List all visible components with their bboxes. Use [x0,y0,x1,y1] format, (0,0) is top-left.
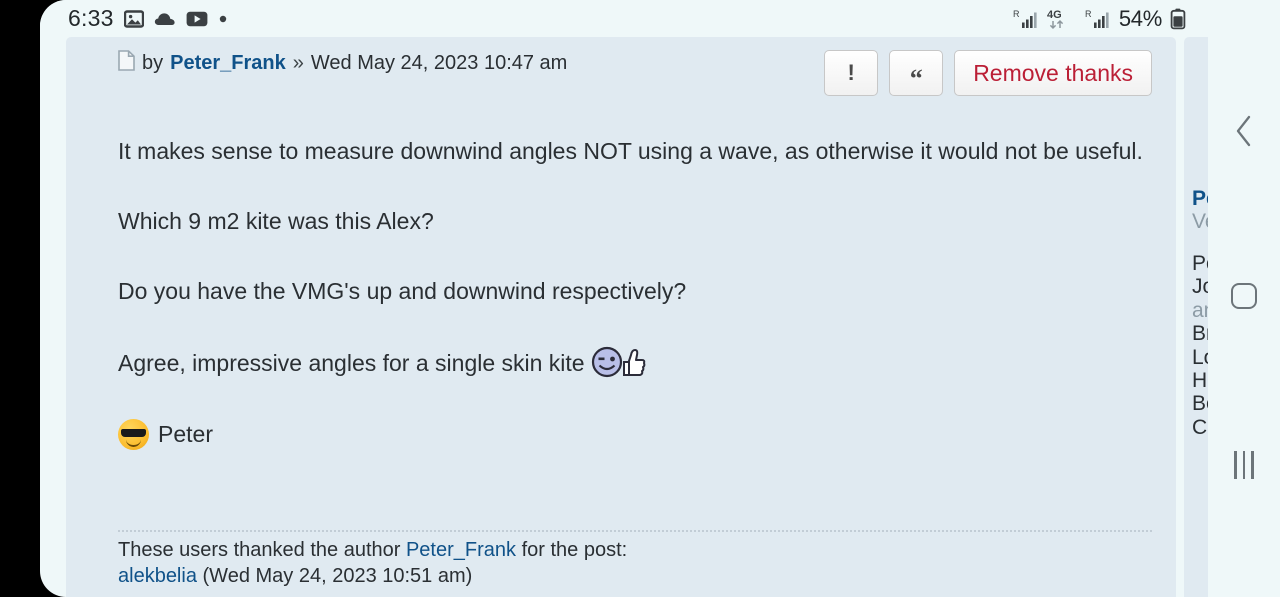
post-panel: by Peter_Frank » Wed May 24, 2023 10:47 … [66,37,1176,597]
profile-field: Brand [1192,322,1208,346]
profile-fields: Posts Joined am Brand Locati Has th Been… [1192,252,1208,439]
post-paragraph: Do you have the VMG's up and downwind re… [118,278,687,304]
signature-name: Peter [158,421,213,447]
post-header: by Peter_Frank » Wed May 24, 2023 10:47 … [66,37,1176,99]
post-paragraph: It makes sense to measure downwind angle… [118,138,1143,164]
android-nav-bar [1208,0,1280,597]
status-bar-right: R 4G R 54% [1013,6,1186,32]
profile-field: am [1192,298,1208,322]
byline-separator: » [292,52,304,74]
profile-field: Posts [1192,252,1208,275]
post-paragraph-text: Agree, impressive angles for a single sk… [118,350,585,376]
byline-prefix: by [142,52,164,74]
signal-roaming-2-icon: R [1085,8,1111,30]
signal-roaming-icon: R [1013,8,1039,30]
image-icon [123,9,144,29]
cloud-icon [154,11,176,27]
post-signature: Peter [118,417,1158,452]
screenshot-root: 6:33 R 4G R 54% by Peter_Frank » Wed May… [0,0,1280,597]
4g-data-icon: 4G [1047,8,1077,30]
thanks-prefix: These users thanked the author [118,539,401,561]
post-paragraph-with-emoticon: Agree, impressive angles for a single sk… [118,344,1148,381]
post-action-buttons: ! “ Remove thanks [824,50,1152,96]
profile-field: Been [1192,392,1208,416]
youtube-icon [186,11,208,27]
profile-sidebar: Peter_ Very F Posts Joined am Brand Loca… [1184,37,1208,597]
home-icon[interactable] [1208,273,1280,319]
thanker-time: (Wed May 24, 2023 10:51 am) [202,565,473,587]
status-clock: 6:33 [68,5,114,31]
cool-sunglasses-emoji [118,419,149,450]
post-body: It makes sense to measure downwind angle… [118,134,1158,452]
profile-rank: Very F [1192,210,1208,233]
svg-text:R: R [1085,9,1092,19]
remove-thanks-button[interactable]: Remove thanks [954,50,1152,96]
post-paragraph: Which 9 m2 kite was this Alex? [118,208,434,234]
post-byline: by Peter_Frank » Wed May 24, 2023 10:47 … [118,50,567,77]
thanks-line-2: alekbelia (Wed May 24, 2023 10:51 am) [118,563,1152,589]
thanks-line-1: These users thanked the author Peter_Fra… [118,537,1152,563]
recents-icon[interactable] [1208,442,1280,488]
status-bar-left: 6:33 [68,5,228,32]
status-bar: 6:33 R 4G R 54% [40,0,1208,37]
svg-text:R: R [1013,9,1020,19]
profile-field: Locati [1192,345,1208,369]
battery-percent-label: 54% [1118,5,1162,31]
post-date: Wed May 24, 2023 10:47 am [310,52,568,74]
report-post-button[interactable]: ! [824,50,879,96]
back-icon[interactable] [1208,108,1280,154]
phone-screen: 6:33 R 4G R 54% by Peter_Frank » Wed May… [40,0,1208,597]
profile-username-link[interactable]: Peter_ [1192,187,1208,211]
post-document-icon [118,50,135,77]
quote-post-button[interactable]: “ [889,50,944,96]
thanks-author-link[interactable]: Peter_Frank [406,539,516,561]
thanks-block: These users thanked the author Peter_Fra… [118,537,1152,589]
profile-field: Joined [1192,275,1208,299]
thanker-link[interactable]: alekbelia [118,565,197,587]
battery-icon [1170,8,1186,30]
profile-field: Has th [1192,369,1208,393]
profile-field: Conta [1192,415,1208,439]
thanks-divider [118,530,1152,532]
svg-text:4G: 4G [1047,9,1062,21]
thanks-suffix: for the post: [521,539,628,561]
dot-icon [218,14,228,24]
wink-thumbsup-emoticon [591,344,647,378]
post-author-link[interactable]: Peter_Frank [170,52,286,75]
